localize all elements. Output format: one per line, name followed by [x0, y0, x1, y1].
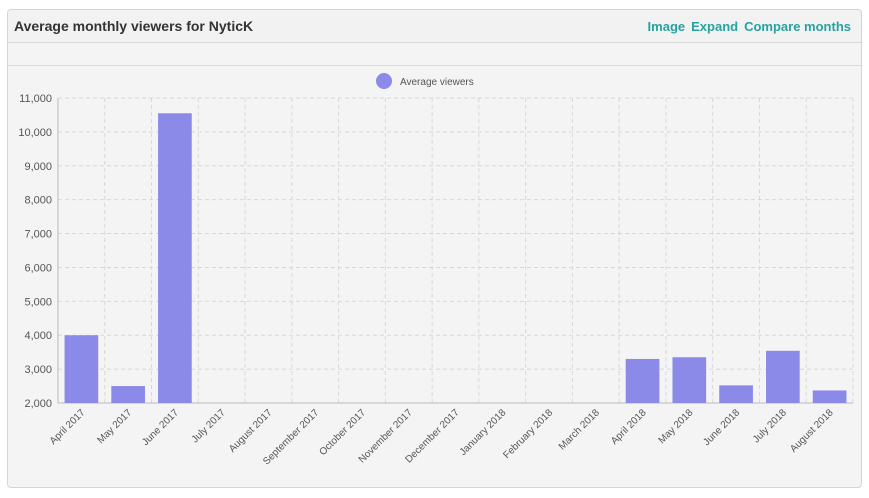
y-tick-label: 9,000 [24, 161, 52, 173]
bar [672, 357, 707, 403]
x-tick-label: March 2018 [557, 407, 602, 452]
y-tick-label: 7,000 [24, 229, 52, 241]
y-tick-label: 5,000 [24, 296, 52, 308]
bar [625, 358, 660, 403]
y-tick-label: 2,000 [24, 398, 52, 410]
x-tick-label: April 2018 [609, 407, 649, 447]
y-tick-label: 8,000 [24, 195, 52, 207]
y-tick-label: 11,000 [19, 93, 52, 105]
y-tick-label: 10,000 [18, 127, 52, 139]
x-tick-label: February 2018 [501, 407, 555, 461]
y-tick-label: 4,000 [24, 330, 52, 342]
x-tick-label: July 2017 [190, 407, 228, 445]
bar [766, 350, 800, 403]
x-tick-label: August 2018 [788, 407, 836, 455]
x-tick-label: October 2017 [317, 407, 368, 458]
x-tick-label: January 2018 [458, 407, 509, 458]
bar [111, 386, 145, 403]
x-tick-label: June 2018 [701, 407, 742, 448]
legend-label: Average viewers [400, 77, 474, 88]
y-tick-label: 6,000 [24, 262, 52, 274]
x-tick-label: May 2017 [95, 407, 134, 446]
bar [64, 335, 99, 403]
x-tick-label: June 2017 [140, 407, 181, 448]
bar [812, 390, 847, 403]
x-tick-label: April 2017 [48, 407, 88, 447]
y-tick-label: 3,000 [24, 364, 52, 376]
x-tick-label: July 2018 [751, 407, 789, 445]
bar-chart: 2,000 3,000 4,000 5,000 6,000 7,000 8,000 9,000… [18, 73, 854, 467]
x-tick-label: May 2018 [657, 407, 696, 446]
bar [719, 385, 753, 403]
legend-marker [376, 73, 392, 89]
bar [158, 113, 192, 403]
x-tick-label: August 2017 [227, 407, 275, 455]
